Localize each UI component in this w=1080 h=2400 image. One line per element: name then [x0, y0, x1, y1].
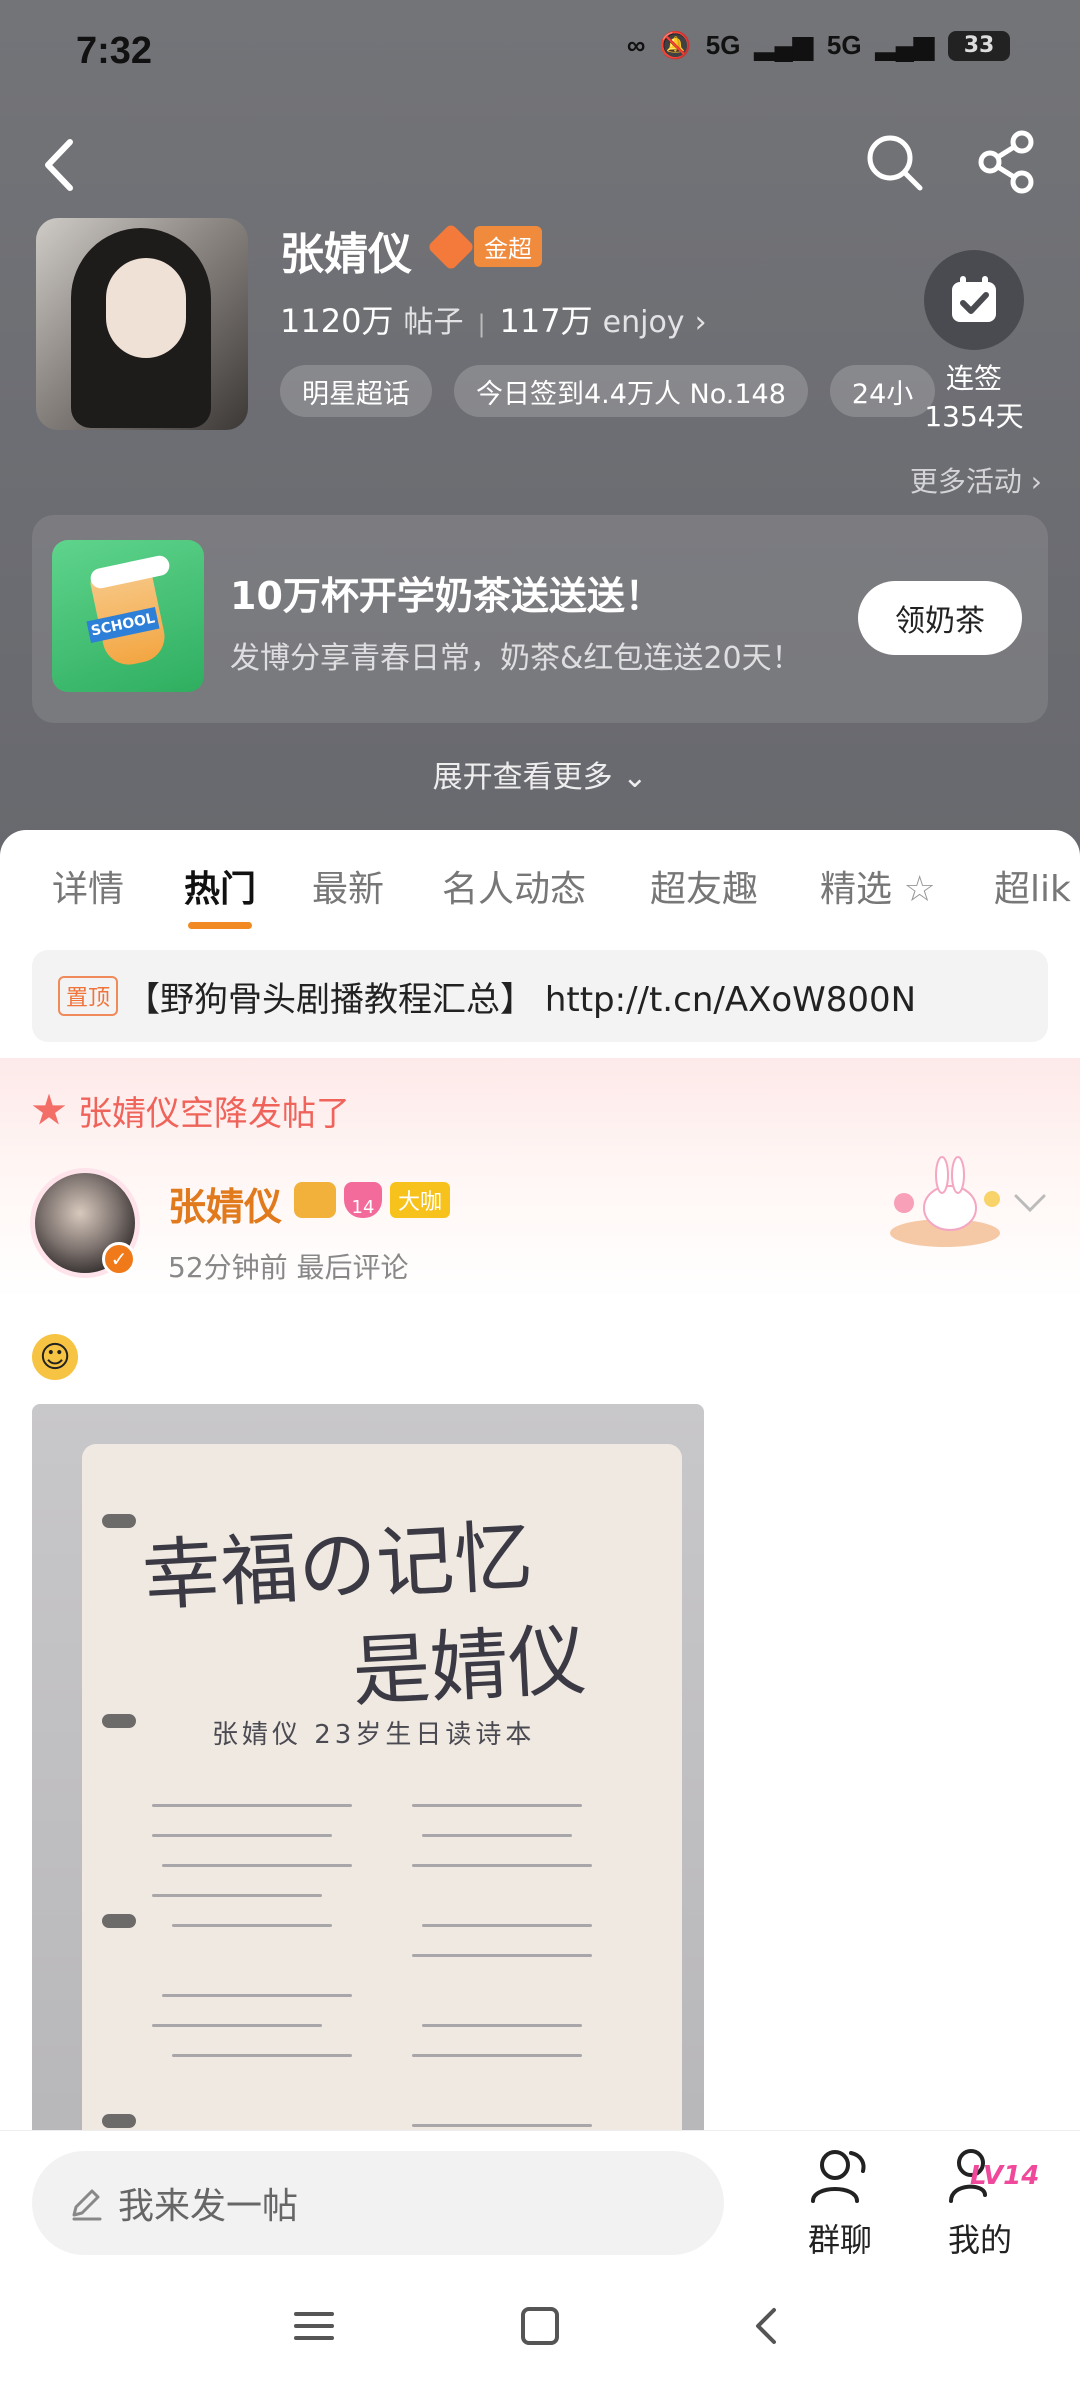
badge-label: 金超 — [474, 226, 542, 267]
get-milk-tea-button[interactable]: 领奶茶 — [858, 581, 1022, 655]
promo-title: 10万杯开学奶茶送送送！ — [230, 574, 663, 618]
level-badge: LV14 — [970, 2161, 1040, 2191]
smile-emoji: ☺ — [32, 1334, 78, 1380]
binder-ring — [102, 2114, 136, 2128]
status-bar: 7:32 ∞ 🔕 5G ▂▄▆ 5G ▂▄▆ 33 — [0, 0, 1080, 110]
post-photo[interactable]: 幸福の记忆 是婧仪 张婧仪 23岁生日读诗本 — [32, 1404, 704, 2130]
bottom-bar: 我来发一帖 群聊 LV14 我的 — [0, 2130, 1080, 2260]
milk-tea-image: SCHOOL — [52, 540, 204, 692]
topic-chips: 明星超话 今日签到4.4万人 No.148 24小 — [280, 365, 936, 417]
level-badge-icon: 14 — [344, 1182, 382, 1218]
post-author-name[interactable]: 张婧仪 — [168, 1176, 282, 1231]
pinned-text: 【野狗骨头剧播教程汇总】 http://t.cn/AXoW800N — [126, 979, 917, 1020]
tab-bar: 详情 热门 最新 名人动态 超友趣 精选 ☆ 超lik — [0, 830, 1080, 930]
tab-super-like[interactable]: 超lik — [994, 860, 1071, 912]
photo-title-line-2: 是婧仪 — [350, 1615, 589, 1719]
group-chat-label: 群聊 — [807, 2221, 872, 2259]
group-chat-button[interactable]: 群聊 — [790, 2143, 890, 2261]
airdrop-label: 张婧仪空降发帖了 — [78, 1094, 350, 1134]
link-icon: ∞ — [626, 30, 646, 60]
topic-header: 7:32 ∞ 🔕 5G ▂▄▆ 5G ▂▄▆ 33 张婧仪 金超 1120万 帖… — [0, 0, 1080, 860]
pencil-icon — [72, 2189, 102, 2221]
battery-icon: 33 — [948, 30, 1010, 61]
compose-post-button[interactable]: 我来发一帖 — [32, 2151, 724, 2255]
chevron-down-icon[interactable] — [1010, 1188, 1050, 1218]
star-icon — [32, 1093, 66, 1125]
author-badges: 14 大咖 — [294, 1182, 451, 1218]
checkin-label: 连签 — [945, 362, 1002, 395]
more-activity-link[interactable]: 更多活动 › — [910, 460, 1042, 500]
tab-featured[interactable]: 精选 ☆ — [820, 860, 936, 912]
share-icon[interactable] — [976, 130, 1040, 194]
back-arrow-icon[interactable] — [30, 130, 90, 200]
binder-ring — [102, 1914, 136, 1928]
tab-celebrity[interactable]: 名人动态 — [442, 860, 586, 912]
photo-subtitle: 张婧仪 23岁生日读诗本 — [212, 1720, 536, 1750]
tab-fun[interactable]: 超友趣 — [650, 860, 758, 912]
tab-details[interactable]: 详情 — [52, 860, 124, 912]
tab-hot[interactable]: 热门 — [184, 860, 256, 912]
home-icon[interactable] — [518, 2304, 562, 2348]
status-time: 7:32 — [76, 30, 153, 72]
binder-ring — [102, 1714, 136, 1728]
group-chat-icon — [811, 2150, 866, 2203]
signal-bars-icon-2: ▂▄▆ — [875, 30, 934, 60]
verified-icon: ✓ — [102, 1242, 136, 1276]
tab-featured-label: 精选 — [820, 869, 893, 910]
expand-more-link[interactable]: 展开查看更多 ⌄ — [0, 752, 1080, 796]
avatar-face — [106, 258, 186, 358]
tab-latest[interactable]: 最新 — [312, 860, 384, 912]
topic-stats[interactable]: 1120万 帖子 | 117万 enjoy › — [280, 296, 707, 342]
topic-name: 张婧仪 — [280, 229, 412, 280]
status-icons: ∞ 🔕 5G ▂▄▆ 5G ▂▄▆ 33 — [627, 30, 1010, 61]
crown-badge-icon — [294, 1182, 336, 1218]
signal-5g-icon-2: 5G — [826, 30, 862, 60]
post-meta: 52分钟前 最后评论 — [168, 1251, 409, 1284]
star-outline-icon: ☆ — [903, 869, 936, 910]
vip-tag: 大咖 — [390, 1182, 451, 1218]
calendar-check-icon — [924, 250, 1024, 350]
post-card[interactable]: 张婧仪空降发帖了 ✓ 张婧仪 14 大咖 52分钟前 最后评论 ☺ 幸福の记忆 … — [0, 1058, 1080, 2130]
binder-ring — [102, 1514, 136, 1528]
search-icon[interactable] — [862, 130, 926, 194]
chip-checkin-rank[interactable]: 今日签到4.4万人 No.148 — [454, 365, 808, 417]
pinned-tag: 置顶 — [58, 976, 119, 1016]
pinned-post[interactable]: 置顶 【野狗骨头剧播教程汇总】 http://t.cn/AXoW800N — [32, 950, 1048, 1042]
topic-avatar[interactable] — [36, 218, 248, 430]
chevron-down-icon: ⌄ — [622, 760, 648, 795]
promo-banner[interactable]: SCHOOL 10万杯开学奶茶送送送！ 发博分享青春日常，奶茶&红包连送20天！… — [32, 515, 1048, 723]
me-button[interactable]: LV14 我的 — [930, 2143, 1039, 2261]
airdrop-banner: 张婧仪空降发帖了 — [32, 1086, 350, 1135]
posts-count: 1120万 — [280, 302, 394, 340]
bunny-decoration-icon — [890, 1156, 1000, 1247]
posts-label: 帖子 — [403, 305, 464, 340]
mute-icon: 🔕 — [659, 30, 692, 60]
content-card: 详情 热门 最新 名人动态 超友趣 精选 ☆ 超lik 置顶 【野狗骨头剧播教程… — [0, 830, 1080, 2130]
me-label: 我的 — [947, 2221, 1012, 2259]
more-activity-label: 更多活动 — [909, 465, 1022, 498]
enjoy-count: 117万 — [499, 302, 593, 340]
checkin-button[interactable]: 连签 1354天 — [918, 250, 1030, 436]
chip-star-topic[interactable]: 明星超话 — [280, 365, 432, 417]
enjoy-label: enjoy — [602, 305, 685, 340]
signal-5g-icon: 5G — [705, 30, 741, 60]
active-tab-indicator — [188, 922, 252, 929]
gold-super-badge[interactable]: 金超 — [426, 222, 542, 271]
menu-icon[interactable] — [292, 2304, 336, 2348]
stats-divider: | — [477, 310, 486, 338]
promo-subtitle: 发博分享青春日常，奶茶&红包连送20天！ — [230, 641, 802, 676]
compose-label: 我来发一帖 — [118, 2186, 299, 2227]
signal-bars-icon: ▂▄▆ — [754, 30, 813, 60]
chevron-right-icon: › — [694, 305, 707, 340]
gem-icon — [426, 222, 476, 271]
expand-label: 展开查看更多 — [432, 760, 613, 795]
checkin-days: 1354天 — [924, 400, 1024, 433]
system-navigation-bar — [0, 2260, 1080, 2400]
back-icon[interactable] — [744, 2304, 788, 2348]
chevron-right-icon: › — [1030, 465, 1042, 498]
